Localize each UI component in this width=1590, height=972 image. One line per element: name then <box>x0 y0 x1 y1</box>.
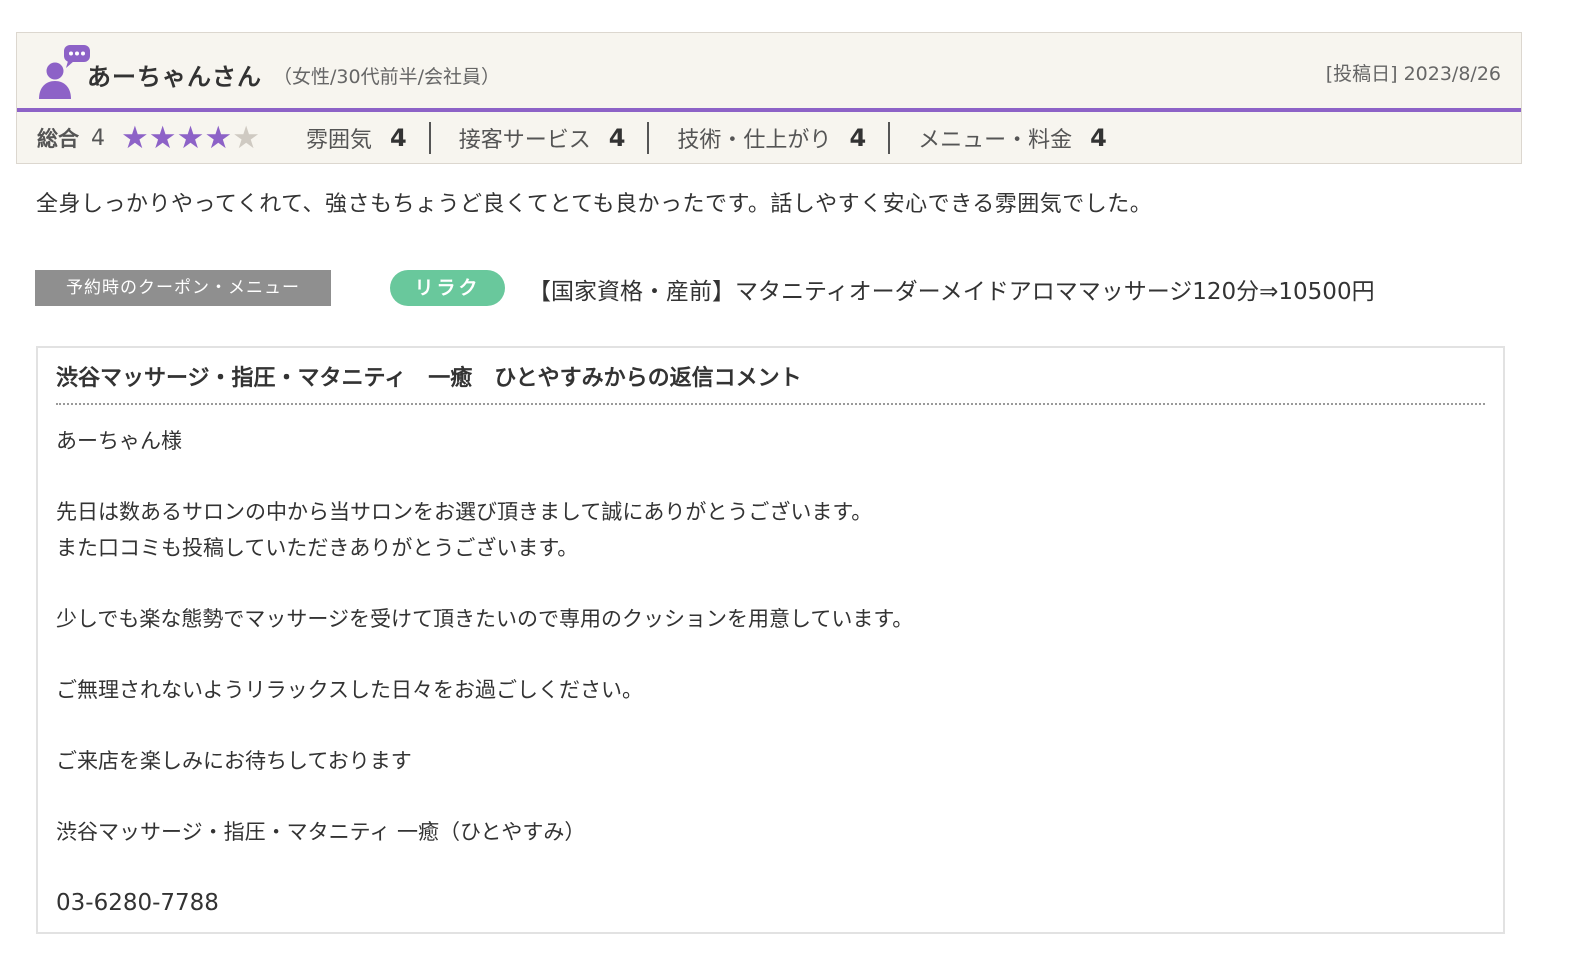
sub-rating-score: 4 <box>1090 124 1107 152</box>
reply-line: また口コミも投稿していただきありがとうございます。 <box>56 535 579 560</box>
coupon-category-badge: リラク <box>390 270 505 306</box>
overall-label: 総合 <box>37 127 79 151</box>
sub-rating-score: 4 <box>608 124 626 152</box>
sub-rating-score: 4 <box>390 124 407 152</box>
post-date: [投稿日] 2023/8/26 <box>1326 59 1501 86</box>
user-speech-bubble-icon <box>39 45 90 99</box>
review-comment: 全身しっかりやってくれて、強さもちょうど良くてとても良かったです。話しやすく安心… <box>36 192 1153 217</box>
reply-signature: 渋谷マッサージ・指圧・マタニティ 一癒（ひとやすみ） <box>56 819 586 844</box>
star-icon: ★ <box>232 119 260 156</box>
phone-number-link[interactable]: 03-6280-7788 <box>56 886 1485 922</box>
rating-row: 総合 4 ★ ★ ★ ★ ★ 雰囲気 4 接客サービス 4 技術・仕上がり 4 メニュ… <box>37 112 1129 164</box>
post-date-label: [投稿日] <box>1325 63 1398 85</box>
reply-line: 少しでも楽な態勢でマッサージを受けて頂きたいので専用のクッションを用意しています… <box>56 606 914 631</box>
sub-rating-label: 接客サービス <box>458 128 591 153</box>
star-icon: ★ <box>121 119 149 156</box>
sub-ratings: 雰囲気 4 接客サービス 4 技術・仕上がり 4 メニュー・料金 4 <box>306 122 1129 154</box>
sub-rating-label: 技術・仕上がり <box>677 128 832 153</box>
star-icon: ★ <box>176 119 205 156</box>
reply-line: ご無理されないようリラックスした日々をお過ごしください。 <box>56 677 643 702</box>
reply-line: 先日は数あるサロンの中から当サロンをお選び頂きまして誠にありがとうございます。 <box>56 500 873 524</box>
star-icon: ★ <box>204 119 233 156</box>
reply-body: あーちゃん様 先日は数あるサロンの中から当サロンをお選び頂きまして誠にありがとう… <box>56 424 1485 921</box>
reply-box: 渋谷マッサージ・指圧・マタニティ 一癒 ひとやすみからの返信コメント あーちゃん… <box>36 346 1505 934</box>
reply-line: ご来店を楽しみにお待ちしております <box>56 748 412 773</box>
sub-rating-label: 雰囲気 <box>305 128 372 153</box>
reply-title: 渋谷マッサージ・指圧・マタニティ 一癒 ひとやすみからの返信コメント <box>56 366 802 391</box>
sub-rating-service: 接客サービス 4 <box>428 122 648 154</box>
reviewer-meta: （女性/30代前半/会社員） <box>273 66 500 88</box>
coupon-label: 予約時のクーポン・メニュー <box>35 270 331 306</box>
post-date-value: 2023/8/26 <box>1403 63 1501 85</box>
sub-rating-atmosphere: 雰囲気 4 <box>306 122 429 154</box>
coupon-menu-link[interactable]: 【国家資格・産前】マタニティオーダーメイドアロママッサージ120分⇒10500円 <box>528 272 1375 306</box>
sub-rating-technique: 技術・仕上がり 4 <box>647 122 888 154</box>
star-icon: ★ <box>148 119 177 156</box>
sub-rating-label: メニュー・料金 <box>918 128 1073 153</box>
star-rating: ★ ★ ★ ★ ★ <box>121 119 260 156</box>
review-header: あーちゃんさん （女性/30代前半/会社員） [投稿日] 2023/8/26 <box>17 33 1521 109</box>
sub-rating-score: 4 <box>849 124 867 152</box>
overall-score: 4 <box>91 125 105 151</box>
sub-rating-menu-price: メニュー・料金 4 <box>888 122 1129 154</box>
reply-greeting: あーちゃん様 <box>56 429 182 453</box>
review-card: あーちゃんさん （女性/30代前半/会社員） [投稿日] 2023/8/26 総合… <box>16 32 1522 164</box>
reviewer-name: あーちゃんさん <box>87 63 262 91</box>
reply-divider <box>56 403 1485 405</box>
